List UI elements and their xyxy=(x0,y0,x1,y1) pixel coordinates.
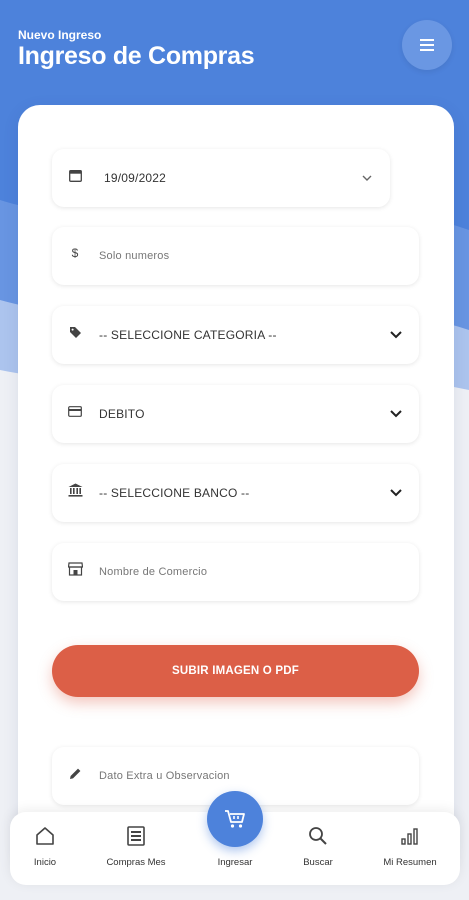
chevron-down-icon xyxy=(362,175,372,181)
nav-label: Mi Resumen xyxy=(383,857,437,868)
date-value: 19/09/2022 xyxy=(104,171,167,185)
page-subtitle: Nuevo Ingreso xyxy=(18,28,102,42)
date-field[interactable]: 19/09/2022 xyxy=(52,149,390,207)
payment-type-select[interactable]: DEBITO xyxy=(52,385,419,443)
nav-item-buscar[interactable]: Buscar xyxy=(273,812,363,885)
amount-placeholder: Solo numeros xyxy=(99,250,170,262)
store-name-input[interactable]: Nombre de Comercio xyxy=(52,543,419,601)
cart-icon xyxy=(225,810,245,828)
category-value: -- SELECCIONE CATEGORIA -- xyxy=(99,328,277,342)
hamburger-icon xyxy=(420,39,434,51)
bank-select[interactable]: -- SELECCIONE BANCO -- xyxy=(52,464,419,522)
bank-icon xyxy=(67,482,83,498)
nav-item-inicio[interactable]: Inicio xyxy=(0,812,90,885)
nav-label: Buscar xyxy=(303,857,333,868)
calendar-icon xyxy=(67,167,83,183)
notes-placeholder: Dato Extra u Observacion xyxy=(99,770,230,782)
pencil-icon xyxy=(67,765,83,781)
search-icon xyxy=(309,827,327,845)
chevron-down-icon xyxy=(390,331,402,339)
chevron-down-icon xyxy=(390,410,402,418)
bar-chart-icon xyxy=(401,828,418,845)
nav-label: Inicio xyxy=(33,857,57,868)
nav-label: Compras Mes xyxy=(106,857,166,868)
nav-item-compras-mes[interactable]: Compras Mes xyxy=(91,812,181,885)
tag-icon xyxy=(67,324,83,340)
store-name-placeholder: Nombre de Comercio xyxy=(99,566,208,578)
nav-item-mi-resumen[interactable]: Mi Resumen xyxy=(365,812,455,885)
dollar-icon: $ xyxy=(71,246,79,260)
chevron-down-icon xyxy=(390,489,402,497)
menu-button[interactable] xyxy=(402,20,452,70)
page-title: Ingreso de Compras xyxy=(18,42,255,70)
credit-card-icon xyxy=(67,403,83,419)
bank-value: -- SELECCIONE BANCO -- xyxy=(99,486,250,500)
home-icon xyxy=(36,827,54,845)
amount-input[interactable]: $ Solo numeros xyxy=(52,227,419,285)
category-select[interactable]: -- SELECCIONE CATEGORIA -- xyxy=(52,306,419,364)
add-purchase-button[interactable] xyxy=(207,791,263,847)
nav-label: Ingresar xyxy=(217,857,253,868)
receipt-icon xyxy=(127,826,145,846)
payment-type-value: DEBITO xyxy=(99,407,145,421)
upload-file-button[interactable]: SUBIR IMAGEN O PDF xyxy=(52,645,419,697)
store-icon xyxy=(67,561,83,577)
